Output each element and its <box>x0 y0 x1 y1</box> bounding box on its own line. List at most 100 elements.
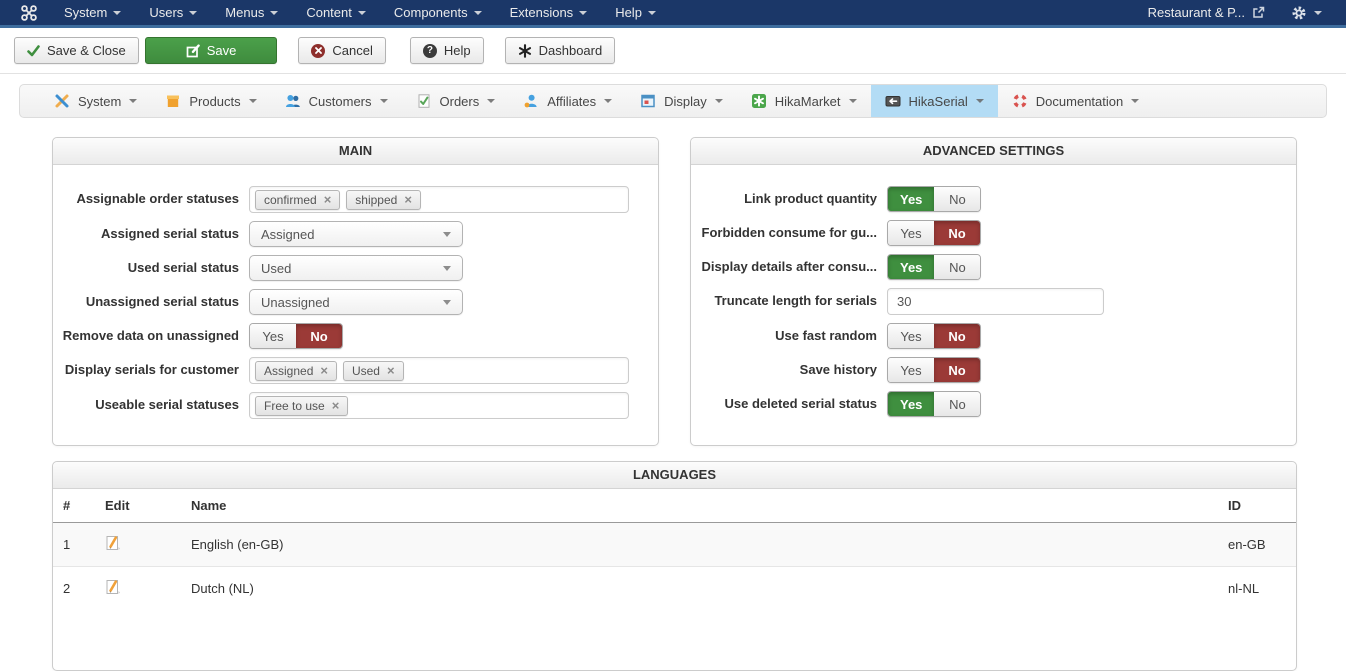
field-label: Used serial status <box>127 259 239 275</box>
column-header-id: ID <box>1218 489 1296 523</box>
cancel-button[interactable]: Cancel <box>298 37 386 64</box>
toggle-yes-button[interactable]: Yes <box>888 255 935 279</box>
menu-label: Content <box>306 5 352 20</box>
menu-content[interactable]: Content <box>292 0 380 25</box>
field-label: Remove data on unassigned <box>62 327 239 343</box>
field-save-history: Save history Yes No <box>691 357 1296 383</box>
table-header-row: # Edit Name ID <box>53 489 1296 523</box>
menu-components[interactable]: Components <box>380 0 496 25</box>
tags-input-display-serials-for-customer[interactable]: Assigned × Used × <box>249 357 629 384</box>
toggle-yes-button[interactable]: Yes <box>888 187 935 211</box>
site-preview-link[interactable]: Restaurant & P... <box>1148 5 1265 20</box>
edit-language-button[interactable] <box>105 535 121 551</box>
save-button[interactable]: Save <box>144 37 278 64</box>
dropdown-arrow-icon <box>443 299 451 305</box>
tab-hikamarket[interactable]: HikaMarket <box>737 85 871 117</box>
menu-help[interactable]: Help <box>601 0 670 25</box>
toggle-forbidden-consume: Yes No <box>887 220 981 246</box>
tab-affiliates[interactable]: Affiliates <box>509 85 626 117</box>
panel-title: ADVANCED SETTINGS <box>691 138 1296 165</box>
toggle-no-button[interactable]: No <box>296 324 342 348</box>
tags-input-assignable-order-statuses[interactable]: confirmed × shipped × <box>249 186 629 213</box>
toggle-no-button[interactable]: No <box>934 221 980 245</box>
toggle-yes-button[interactable]: Yes <box>888 392 935 416</box>
chevron-down-icon <box>1314 10 1322 15</box>
select-used-serial-status[interactable]: Used <box>249 255 463 281</box>
tab-display[interactable]: Display <box>626 85 737 117</box>
tag-label: Assigned <box>264 363 314 378</box>
lifebuoy-icon <box>1012 93 1028 109</box>
help-button[interactable]: ? Help <box>409 37 484 64</box>
menu-label: Users <box>149 5 184 20</box>
component-menu: System Products Customers Orders Affilia… <box>19 84 1327 118</box>
remove-tag-icon[interactable]: × <box>404 193 412 206</box>
toggle-yes-button[interactable]: Yes <box>250 324 296 348</box>
toggle-no-button[interactable]: No <box>934 358 980 382</box>
toggle-yes-button[interactable]: Yes <box>888 358 934 382</box>
select-unassigned-serial-status[interactable]: Unassigned <box>249 289 463 315</box>
menu-label: System <box>64 5 108 20</box>
tab-customers[interactable]: Customers <box>271 85 402 117</box>
dashboard-button[interactable]: Dashboard <box>504 37 616 64</box>
tab-hikaserial[interactable]: HikaSerial <box>870 85 998 117</box>
menu-system[interactable]: System <box>50 0 135 25</box>
chevron-down-icon <box>248 99 257 103</box>
chevron-down-icon <box>975 99 984 103</box>
select-value: Used <box>261 260 292 276</box>
select-assigned-serial-status[interactable]: Assigned <box>249 221 463 247</box>
tag-chip: shipped × <box>346 189 421 210</box>
field-use-fast-random: Use fast random Yes No <box>691 323 1296 349</box>
tags-input-useable-serial-statuses[interactable]: Free to use × <box>249 392 629 419</box>
menu-menus[interactable]: Menus <box>211 0 292 25</box>
remove-tag-icon[interactable]: × <box>332 399 340 412</box>
users-icon <box>285 93 301 109</box>
tag-chip: Free to use × <box>255 395 349 416</box>
tab-system[interactable]: System <box>40 85 151 117</box>
column-header-name: Name <box>181 489 1218 523</box>
language-id: nl-NL <box>1218 566 1296 610</box>
menu-extensions[interactable]: Extensions <box>496 0 602 25</box>
remove-tag-icon[interactable]: × <box>324 193 332 206</box>
help-icon: ? <box>422 43 437 58</box>
dropdown-arrow-icon <box>443 231 451 237</box>
toggle-no-button[interactable]: No <box>934 187 981 211</box>
remove-tag-icon[interactable]: × <box>320 364 328 377</box>
field-useable-serial-statuses: Useable serial statuses Free to use × <box>53 392 658 419</box>
toggle-no-button[interactable]: No <box>934 324 980 348</box>
remove-tag-icon[interactable]: × <box>387 364 395 377</box>
field-label: Use deleted serial status <box>724 395 877 411</box>
admin-main-menu: System Users Menus Content Components Ex… <box>50 0 670 25</box>
chevron-down-icon <box>647 10 656 15</box>
toggle-no-button[interactable]: No <box>934 255 981 279</box>
tab-documentation[interactable]: Documentation <box>998 85 1153 117</box>
language-id: en-GB <box>1218 522 1296 567</box>
toggle-yes-button[interactable]: Yes <box>888 324 934 348</box>
menu-users[interactable]: Users <box>135 0 211 25</box>
save-close-button[interactable]: Save & Close <box>14 37 139 64</box>
chevron-down-icon <box>113 10 122 15</box>
save-icon <box>186 43 200 58</box>
tab-products[interactable]: Products <box>151 85 270 117</box>
select-value: Assigned <box>261 226 315 242</box>
toolbar: Save & Close Save Cancel ? Help Dashboar… <box>0 28 1346 74</box>
navbar-right: Restaurant & P... <box>1148 5 1346 21</box>
chevron-down-icon <box>604 99 613 103</box>
toggle-yes-button[interactable]: Yes <box>888 221 934 245</box>
site-name: Restaurant & P... <box>1147 5 1245 20</box>
panel-title: LANGUAGES <box>53 462 1296 489</box>
tab-label: Customers <box>308 93 372 109</box>
tab-orders[interactable]: Orders <box>402 85 510 117</box>
edit-language-button[interactable] <box>105 579 121 595</box>
toggle-use-deleted-serial-status: Yes No <box>887 391 982 417</box>
menu-label: Help <box>615 5 642 20</box>
order-check-icon <box>416 93 432 109</box>
hikamarket-icon <box>751 93 767 109</box>
tab-label: Products <box>189 93 241 109</box>
toggle-use-fast-random: Yes No <box>887 323 981 349</box>
chevron-down-icon <box>473 10 482 15</box>
toggle-no-button[interactable]: No <box>934 392 981 416</box>
button-label: Dashboard <box>538 43 603 58</box>
column-header-num: # <box>53 489 95 523</box>
truncate-length-input[interactable] <box>887 288 1104 315</box>
settings-menu[interactable] <box>1291 5 1322 21</box>
